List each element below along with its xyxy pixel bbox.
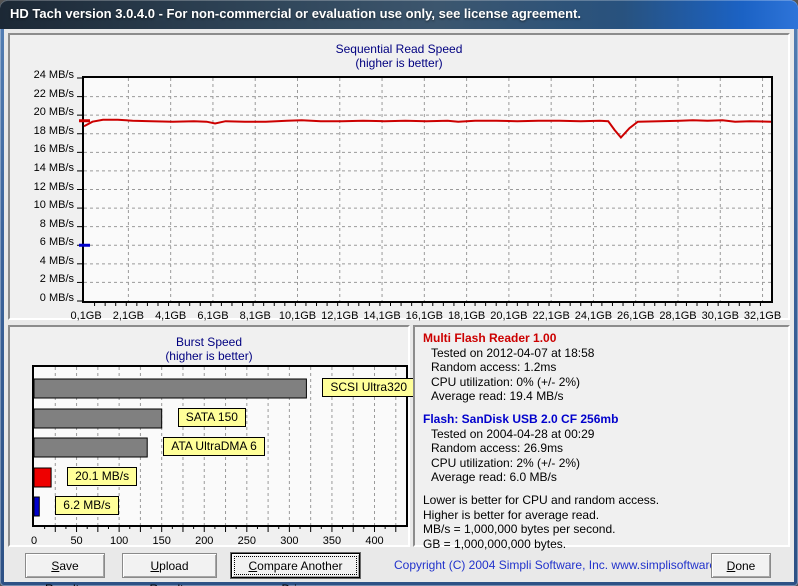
note-line: GB = 1,000,000,000 bytes.	[423, 537, 784, 552]
drive-stat-line: Random access: 1.2ms	[423, 360, 784, 375]
bar-value-label: SCSI Ultra320	[322, 378, 415, 397]
x-axis-label: 20,1GB	[490, 310, 527, 322]
client-area: Sequential Read Speed (higher is better)…	[4, 29, 794, 582]
section-gap	[423, 485, 784, 493]
y-axis-label: 20 MB/s	[12, 106, 74, 118]
sequential-read-plot	[82, 76, 773, 303]
x-axis-label: 8,1GB	[240, 310, 271, 322]
sequential-read-panel: Sequential Read Speed (higher is better)…	[8, 33, 790, 320]
bar-value-label: ATA UltraDMA 6	[163, 437, 265, 456]
drive-stat-line: Random access: 26.9ms	[423, 441, 784, 456]
drive-stat-line: CPU utilization: 0% (+/- 2%)	[423, 375, 784, 390]
app-window: HD Tach version 3.0.4.0 - For non-commer…	[0, 0, 798, 586]
burst-axis-label: 150	[153, 535, 171, 547]
x-axis-label: 0,1GB	[71, 310, 102, 322]
burst-axis-label: 200	[195, 535, 213, 547]
bar-value-label: 20.1 MB/s	[67, 467, 137, 486]
title-bar[interactable]: HD Tach version 3.0.4.0 - For non-commer…	[0, 0, 798, 29]
burst-axis-label: 0	[31, 535, 37, 547]
drive-stat-line: Average read: 6.0 MB/s	[423, 470, 784, 485]
y-axis-label: 14 MB/s	[12, 162, 74, 174]
x-axis-label: 26,1GB	[617, 310, 654, 322]
burst-chart-title: Burst Speed	[10, 335, 408, 349]
note-line: Higher is better for average read.	[423, 508, 784, 523]
drive-stat-line: CPU utilization: 2% (+/- 2%)	[423, 456, 784, 471]
y-axis-label: 6 MB/s	[12, 236, 74, 248]
x-axis-label: 16,1GB	[406, 310, 443, 322]
y-axis-label: 4 MB/s	[12, 255, 74, 267]
x-axis-label: 32,1GB	[744, 310, 781, 322]
bar-20-1-mb-s	[34, 468, 51, 487]
drive-stat-line: Tested on 2004-04-28 at 00:29	[423, 427, 784, 442]
x-axis-label: 10,1GB	[279, 310, 316, 322]
burst-axis-label: 250	[238, 535, 256, 547]
note-line: MB/s = 1,000,000 bytes per second.	[423, 522, 784, 537]
y-axis-label: 18 MB/s	[12, 125, 74, 137]
y-axis-label: 0 MB/s	[12, 292, 74, 304]
drive-stat-line: Tested on 2012-04-07 at 18:58	[423, 346, 784, 361]
drive-info-panel: Multi Flash Reader 1.00Tested on 2012-04…	[413, 325, 790, 547]
y-axis-label: 22 MB/s	[12, 88, 74, 100]
bar-value-label: SATA 150	[178, 408, 246, 427]
save-results-button[interactable]: Save Results	[25, 553, 105, 578]
bar-ata-ultradma-6	[34, 438, 147, 457]
drive-name: Flash: SanDisk USB 2.0 CF 256mb	[423, 412, 784, 427]
x-axis-label: 22,1GB	[533, 310, 570, 322]
x-axis-label: 4,1GB	[155, 310, 186, 322]
bar-sata-150	[34, 409, 162, 428]
burst-axis-label: 100	[110, 535, 128, 547]
burst-speed-panel: Burst Speed (higher is better) SCSI Ultr…	[8, 325, 410, 547]
x-axis-label: 2,1GB	[113, 310, 144, 322]
done-button[interactable]: Done	[711, 553, 771, 578]
compare-another-drive-button[interactable]: Compare Another Drive	[231, 553, 360, 578]
y-axis-label: 24 MB/s	[12, 69, 74, 81]
upload-results-button[interactable]: Upload Results	[122, 553, 217, 578]
x-axis-label: 30,1GB	[702, 310, 739, 322]
x-axis-label: 24,1GB	[575, 310, 612, 322]
y-axis-label: 16 MB/s	[12, 143, 74, 155]
burst-axis-label: 50	[70, 535, 82, 547]
drive-stat-line: Average read: 19.4 MB/s	[423, 389, 784, 404]
sequential-chart-title: Sequential Read Speed	[10, 42, 788, 56]
section-gap	[423, 404, 784, 412]
sequential-chart-subtitle: (higher is better)	[10, 56, 788, 70]
drive-info-text: Multi Flash Reader 1.00Tested on 2012-04…	[423, 331, 784, 551]
x-axis-label: 18,1GB	[448, 310, 485, 322]
y-axis-label: 8 MB/s	[12, 218, 74, 230]
x-axis-label: 6,1GB	[197, 310, 228, 322]
y-axis-label: 10 MB/s	[12, 199, 74, 211]
burst-axis-label: 350	[323, 535, 341, 547]
x-axis-label: 14,1GB	[363, 310, 400, 322]
y-axis-label: 12 MB/s	[12, 181, 74, 193]
bar-6-2-mb-s	[34, 497, 39, 516]
burst-axis-label: 300	[280, 535, 298, 547]
bar-value-label: 6.2 MB/s	[55, 496, 118, 515]
bar-scsi-ultra320	[34, 379, 306, 398]
burst-axis-label: 400	[365, 535, 383, 547]
copyright-text: Copyright (C) 2004 Simpli Software, Inc.…	[394, 558, 742, 572]
window-title: HD Tach version 3.0.4.0 - For non-commer…	[10, 6, 581, 21]
note-line: Lower is better for CPU and random acces…	[423, 493, 784, 508]
burst-chart-subtitle: (higher is better)	[10, 349, 408, 363]
drive-name: Multi Flash Reader 1.00	[423, 331, 784, 346]
x-axis-label: 12,1GB	[321, 310, 358, 322]
sequential-read-line-svg	[84, 78, 771, 301]
x-axis-label: 28,1GB	[659, 310, 696, 322]
y-axis-label: 2 MB/s	[12, 273, 74, 285]
